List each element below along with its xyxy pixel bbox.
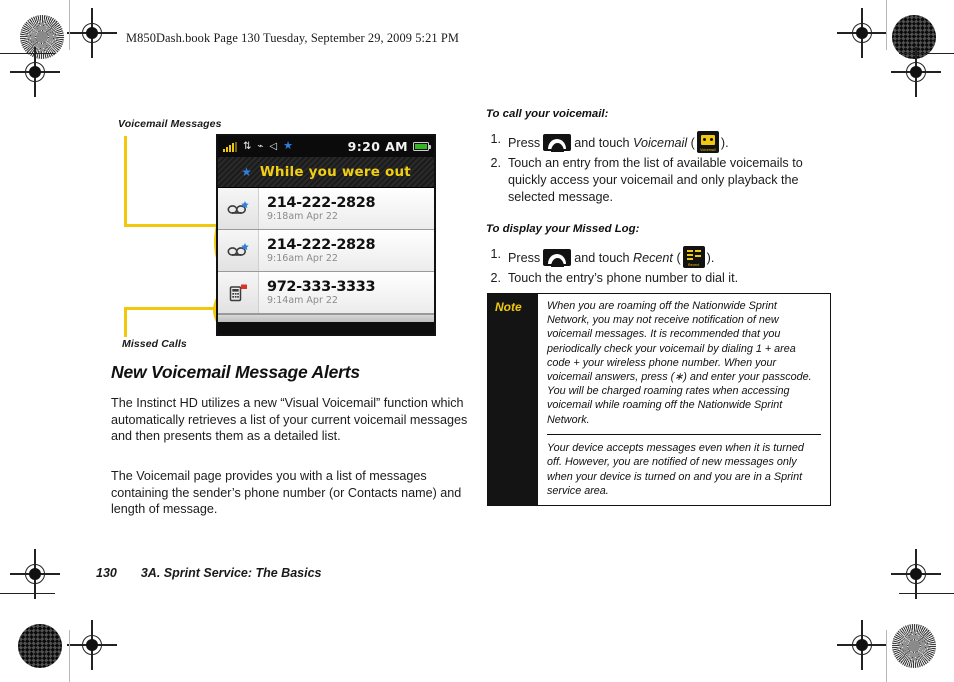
battery-icon [413,142,431,151]
note-box: Note When you are roaming off the Nation… [487,293,831,507]
callout-leader-vertical-voicemail [124,136,127,226]
step-number: 1. [490,132,501,146]
entry-phone-number[interactable]: 972-333-3333 [267,280,376,295]
step-prefix: Press [508,136,541,150]
list-item[interactable]: 214-222-2828 9:16am Apr 22 [218,230,434,272]
page-title: New Voicemail Message Alerts [111,362,360,382]
paren-close: ). [720,136,729,150]
status-bar-clock: 9:20 AM [347,139,408,154]
note-divider [547,433,821,436]
registration-mark-top-left [67,8,117,58]
voicemail-glyph [227,200,249,214]
callout-leader-horizontal-missed [124,307,226,310]
crop-line-right-top [886,0,888,50]
phone-banner: ★ While you were out [218,157,434,188]
step-number: 2. [490,271,501,285]
list-item[interactable]: 972-333-3333 9:14am Apr 22 [218,272,434,314]
starburst-mark-bottom-right [892,624,936,668]
procedure-steps-missed-log: 1. Press and touch Recent (Recent). 2. To… [486,246,841,289]
voicemail-new-icon [218,188,259,229]
callout-label-voicemail-messages: Voicemail Messages [118,118,222,130]
crop-line-top-right [899,53,954,55]
voicemail-app-icon-caption: Voicemail [700,148,716,152]
note-paragraph-1: When you are roaming off the Nationwide … [547,300,812,426]
callout-label-missed-calls: Missed Calls [122,338,187,350]
voicemail-app-icon: Voicemail [696,131,719,153]
body-paragraph-1: The Instinct HD utilizes a new “Visual V… [111,396,468,444]
crop-line-left-bottom [69,630,71,682]
step-emphasis: Voicemail [633,136,688,150]
step-text: Press and touch Recent (Recent). [508,246,841,268]
crop-line-left-top [69,0,71,50]
phone-entry-list: 214-222-2828 9:18am Apr 22 214-222-2828 … [218,188,434,314]
recent-app-icon: Recent [682,246,705,268]
crop-line-top-left [0,53,55,55]
step-emphasis: Recent [633,251,673,265]
star-icon: ★ [283,140,293,152]
paren-open: ( [676,251,681,265]
registration-mark-top-right [837,8,887,58]
crop-line-bottom-right [899,593,954,595]
crop-line-right-bottom [886,630,888,682]
note-paragraph-2: Your device accepts messages even when i… [547,442,804,497]
banner-star-icon: ★ [241,165,252,179]
maze-mark-bottom-left [18,624,62,668]
banner-title: While you were out [259,164,411,180]
step-prefix: Press [508,251,541,265]
missed-call-glyph [229,284,247,301]
step-number: 2. [490,156,501,170]
entry-timestamp: 9:18am Apr 22 [267,210,338,222]
page-footer: 130 3A. Sprint Service: The Basics [96,566,322,580]
paren-close: ). [706,251,715,265]
manual-page: M850Dash.book Page 130 Tuesday, Septembe… [0,0,954,682]
procedure-step: 2. Touch an entry from the list of avail… [486,155,841,206]
step-text: Press and touch Voicemail (Voicemail). [508,131,841,153]
registration-mark-lower-left [10,549,60,599]
paren-open: ( [690,136,695,150]
speaker-icon: ◁ [269,140,278,152]
footer-page-number: 130 [96,566,117,580]
step-number: 1. [490,247,501,261]
procedure-steps-call-voicemail: 1. Press and touch Voicemail (Voicemail).… [486,131,841,208]
registration-mark-upper-right [891,47,941,97]
step-text: Touch an entry from the list of availabl… [508,156,803,204]
registration-mark-lower-right [891,549,941,599]
entry-phone-number[interactable]: 214-222-2828 [267,196,376,211]
end-key-icon [543,249,572,267]
body-paragraph-2: The Voicemail page provides you with a l… [111,469,462,517]
phone-bottom-edge [218,314,434,322]
data-connection-icon: ⇅ [243,140,252,152]
entry-timestamp: 9:16am Apr 22 [267,252,338,264]
end-key-icon [543,134,572,152]
voicemail-new-icon [218,230,259,271]
voicemail-glyph [227,242,249,256]
recent-app-icon-caption: Recent [687,263,700,267]
step-middle: and touch [574,251,630,265]
procedure-title-call-voicemail: To call your voicemail: [486,108,609,120]
phone-screenshot: ⇅ ⌁ ◁ ★ 9:20 AM ★ While you were out 214… [216,134,436,336]
callout-leader-horizontal-voicemail [124,224,230,227]
callout-leader-vertical-missed [124,307,127,337]
procedure-title-missed-log: To display your Missed Log: [486,223,640,235]
running-header: M850Dash.book Page 130 Tuesday, Septembe… [126,31,460,45]
registration-mark-upper-left [10,47,60,97]
bluetooth-icon: ⌁ [257,140,264,152]
missed-call-icon [218,272,259,313]
procedure-step: 1. Press and touch Voicemail (Voicemail). [486,131,841,153]
step-middle: and touch [574,136,630,150]
note-body: When you are roaming off the Nationwide … [538,294,830,505]
note-label: Note [488,294,538,506]
step-text: Touch the entry’s phone number to dial i… [508,271,739,285]
entry-timestamp: 9:14am Apr 22 [267,294,338,306]
list-item[interactable]: 214-222-2828 9:18am Apr 22 [218,188,434,230]
procedure-step: 1. Press and touch Recent (Recent). [486,246,841,268]
entry-phone-number[interactable]: 214-222-2828 [267,238,376,253]
registration-mark-bottom-left [67,620,117,670]
procedure-step: 2. Touch the entry’s phone number to dia… [486,270,841,287]
registration-mark-bottom-right [837,620,887,670]
signal-bars-icon [223,141,237,152]
crop-line-bottom-left [0,593,55,595]
footer-section-title: 3A. Sprint Service: The Basics [140,566,322,580]
phone-status-bar: ⇅ ⌁ ◁ ★ 9:20 AM [218,136,434,157]
